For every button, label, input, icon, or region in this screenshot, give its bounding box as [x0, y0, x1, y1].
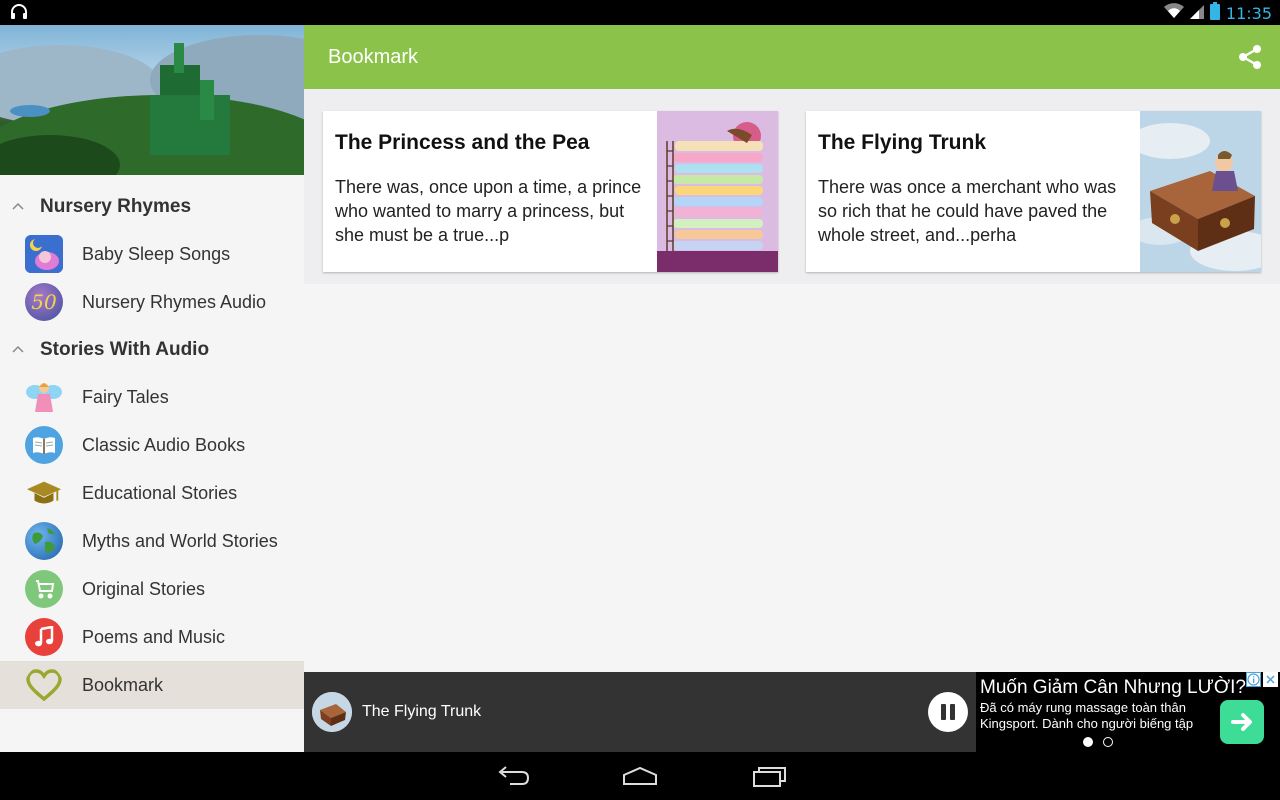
status-bar: 11:35	[0, 0, 1280, 25]
drawer-item-classic-audio-books[interactable]: Classic Audio Books	[0, 421, 304, 469]
ad-headline: Muốn Giảm Cân Nhưng LƯỜI?	[980, 677, 1246, 698]
drawer-item-label: Poems and Music	[82, 626, 226, 647]
app-bar: Bookmark	[304, 25, 1280, 89]
story-card[interactable]: The Flying Trunk There was once a mercha…	[806, 111, 1261, 272]
page-title: Bookmark	[328, 46, 419, 68]
signal-icon	[1189, 3, 1204, 24]
fifty-badge-icon: 50	[25, 283, 63, 321]
section-title: Stories With Audio	[40, 339, 210, 360]
drawer-item-baby-sleep-songs[interactable]: Baby Sleep Songs	[0, 230, 304, 278]
ad-page-dot-active[interactable]	[1083, 737, 1093, 747]
drawer-item-educational-stories[interactable]: Educational Stories	[0, 469, 304, 517]
ad-body: Đã có máy rung massage toàn thân Kingspo…	[980, 700, 1194, 731]
drawer-header-image	[0, 25, 304, 175]
drawer-item-label: Baby Sleep Songs	[82, 243, 231, 264]
story-card[interactable]: The Princess and the Pea There was, once…	[323, 111, 778, 272]
drawer-item-original-stories[interactable]: Original Stories	[0, 565, 304, 613]
battery-icon	[1209, 1, 1220, 25]
ad-close-icon[interactable]	[1263, 672, 1278, 687]
chevron-up-icon	[10, 199, 26, 215]
book-icon	[25, 426, 63, 464]
section-title: Nursery Rhymes	[40, 196, 192, 217]
pause-icon	[950, 704, 955, 720]
recent-apps-icon[interactable]	[750, 764, 790, 788]
drawer-item-label: Nursery Rhymes Audio	[82, 291, 267, 312]
drawer-item-myths-and-world-stories[interactable]: Myths and World Stories	[0, 517, 304, 565]
status-time: 11:35	[1225, 3, 1272, 23]
drawer-item-label: Classic Audio Books	[82, 434, 246, 455]
story-excerpt: There was, once upon a time, a prince wh…	[335, 177, 642, 245]
headphones-icon	[10, 4, 28, 20]
story-excerpt: There was once a merchant who was so ric…	[818, 177, 1117, 245]
fairy-icon	[25, 378, 63, 416]
section-header-nursery-rhymes[interactable]: Nursery Rhymes	[0, 185, 304, 229]
back-icon[interactable]	[492, 764, 532, 788]
mini-player[interactable]: The Flying Trunk	[304, 672, 976, 752]
drawer-item-bookmark[interactable]: Bookmark	[0, 661, 304, 709]
content-empty-space	[304, 284, 1280, 672]
graduation-cap-icon	[25, 474, 63, 512]
pause-button[interactable]	[928, 692, 968, 732]
story-thumbnail-flying-trunk	[1140, 111, 1261, 272]
drawer-item-label: Fairy Tales	[82, 386, 169, 407]
story-title: The Flying Trunk	[818, 131, 987, 154]
pause-icon	[941, 704, 946, 720]
section-header-stories-with-audio[interactable]: Stories With Audio	[0, 328, 304, 372]
now-playing-title: The Flying Trunk	[362, 703, 482, 720]
wifi-icon	[1163, 2, 1184, 24]
ad-page-dot[interactable]	[1103, 737, 1113, 747]
ad-arrow-button[interactable]	[1220, 700, 1264, 744]
chevron-up-icon	[10, 342, 26, 358]
system-navigation-bar	[0, 752, 1280, 800]
stroller-icon	[25, 570, 63, 608]
story-thumbnail-princess	[657, 111, 778, 272]
drawer-item-label: Myths and World Stories	[82, 530, 278, 551]
now-playing-thumbnail	[312, 692, 352, 732]
music-note-icon	[25, 618, 63, 656]
home-icon[interactable]	[620, 764, 660, 788]
share-icon[interactable]	[1236, 43, 1264, 71]
drawer-item-nursery-rhymes-audio[interactable]: 50 Nursery Rhymes Audio	[0, 278, 304, 326]
ad-info-icon[interactable]	[1246, 672, 1261, 687]
story-title: The Princess and the Pea	[335, 131, 590, 154]
heart-icon	[25, 666, 63, 704]
globe-icon	[25, 522, 63, 560]
drawer-item-label: Bookmark	[82, 674, 164, 695]
drawer-item-label: Original Stories	[82, 578, 206, 599]
navigation-drawer: Nursery Rhymes Baby Sleep Songs 50 Nurse…	[0, 25, 304, 752]
drawer-item-label: Educational Stories	[82, 482, 238, 503]
baby-sleep-icon	[25, 235, 63, 273]
ad-banner[interactable]: Muốn Giảm Cân Nhưng LƯỜI? Đã có máy rung…	[976, 672, 1280, 752]
drawer-item-fairy-tales[interactable]: Fairy Tales	[0, 373, 304, 421]
drawer-item-poems-and-music[interactable]: Poems and Music	[0, 613, 304, 661]
